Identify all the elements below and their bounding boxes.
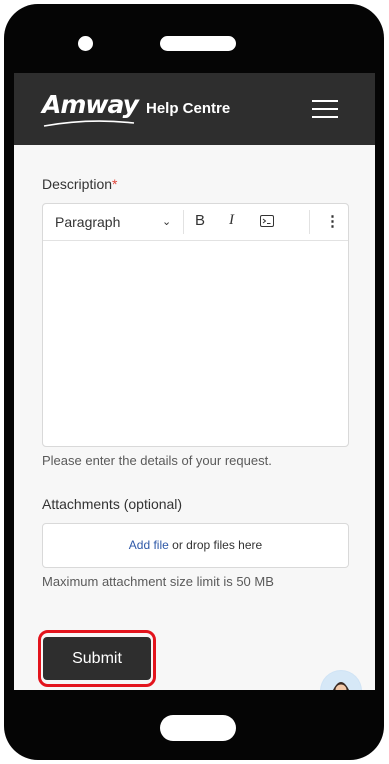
home-button[interactable] <box>160 715 236 741</box>
add-file-link[interactable]: Add file <box>129 538 169 552</box>
drop-files-text: or drop files here <box>168 538 263 552</box>
editor-toolbar: Paragraph ⌄ B I ⋮ <box>43 204 348 241</box>
description-textarea[interactable] <box>43 241 348 446</box>
attachments-label: Attachments (optional) <box>42 496 183 512</box>
code-block-icon[interactable] <box>260 215 274 227</box>
chevron-down-icon[interactable]: ⌄ <box>162 215 171 228</box>
description-editor: Paragraph ⌄ B I ⋮ <box>42 203 349 447</box>
hamburger-menu-icon[interactable] <box>312 100 340 120</box>
camera-icon <box>78 36 93 51</box>
more-options-icon[interactable]: ⋮ <box>325 212 340 230</box>
attachment-dropzone[interactable]: Add file or drop files here <box>42 523 349 568</box>
assistant-avatar-icon <box>321 671 361 690</box>
required-marker: * <box>112 176 118 192</box>
bold-button[interactable]: B <box>195 212 205 229</box>
help-centre-title[interactable]: Help Centre <box>146 100 230 117</box>
description-hint: Please enter the details of your request… <box>42 453 272 468</box>
description-label: Description* <box>42 176 117 192</box>
attachment-size-hint: Maximum attachment size limit is 50 MB <box>42 574 274 589</box>
site-header: Amway Help Centre <box>14 73 375 145</box>
description-label-text: Description <box>42 176 113 192</box>
submit-button[interactable]: Submit <box>43 637 151 680</box>
logo-swoosh-icon <box>43 120 135 127</box>
italic-button[interactable]: I <box>229 212 234 229</box>
chat-assistant-avatar-icon[interactable] <box>320 670 362 690</box>
amway-logo[interactable]: Amway <box>42 90 139 119</box>
speaker-grille <box>160 36 236 51</box>
phone-screen: Amway Help Centre Description* Paragraph… <box>14 73 375 690</box>
toolbar-divider <box>309 210 310 234</box>
paragraph-format-select[interactable]: Paragraph <box>55 214 120 230</box>
toolbar-divider <box>183 210 184 234</box>
